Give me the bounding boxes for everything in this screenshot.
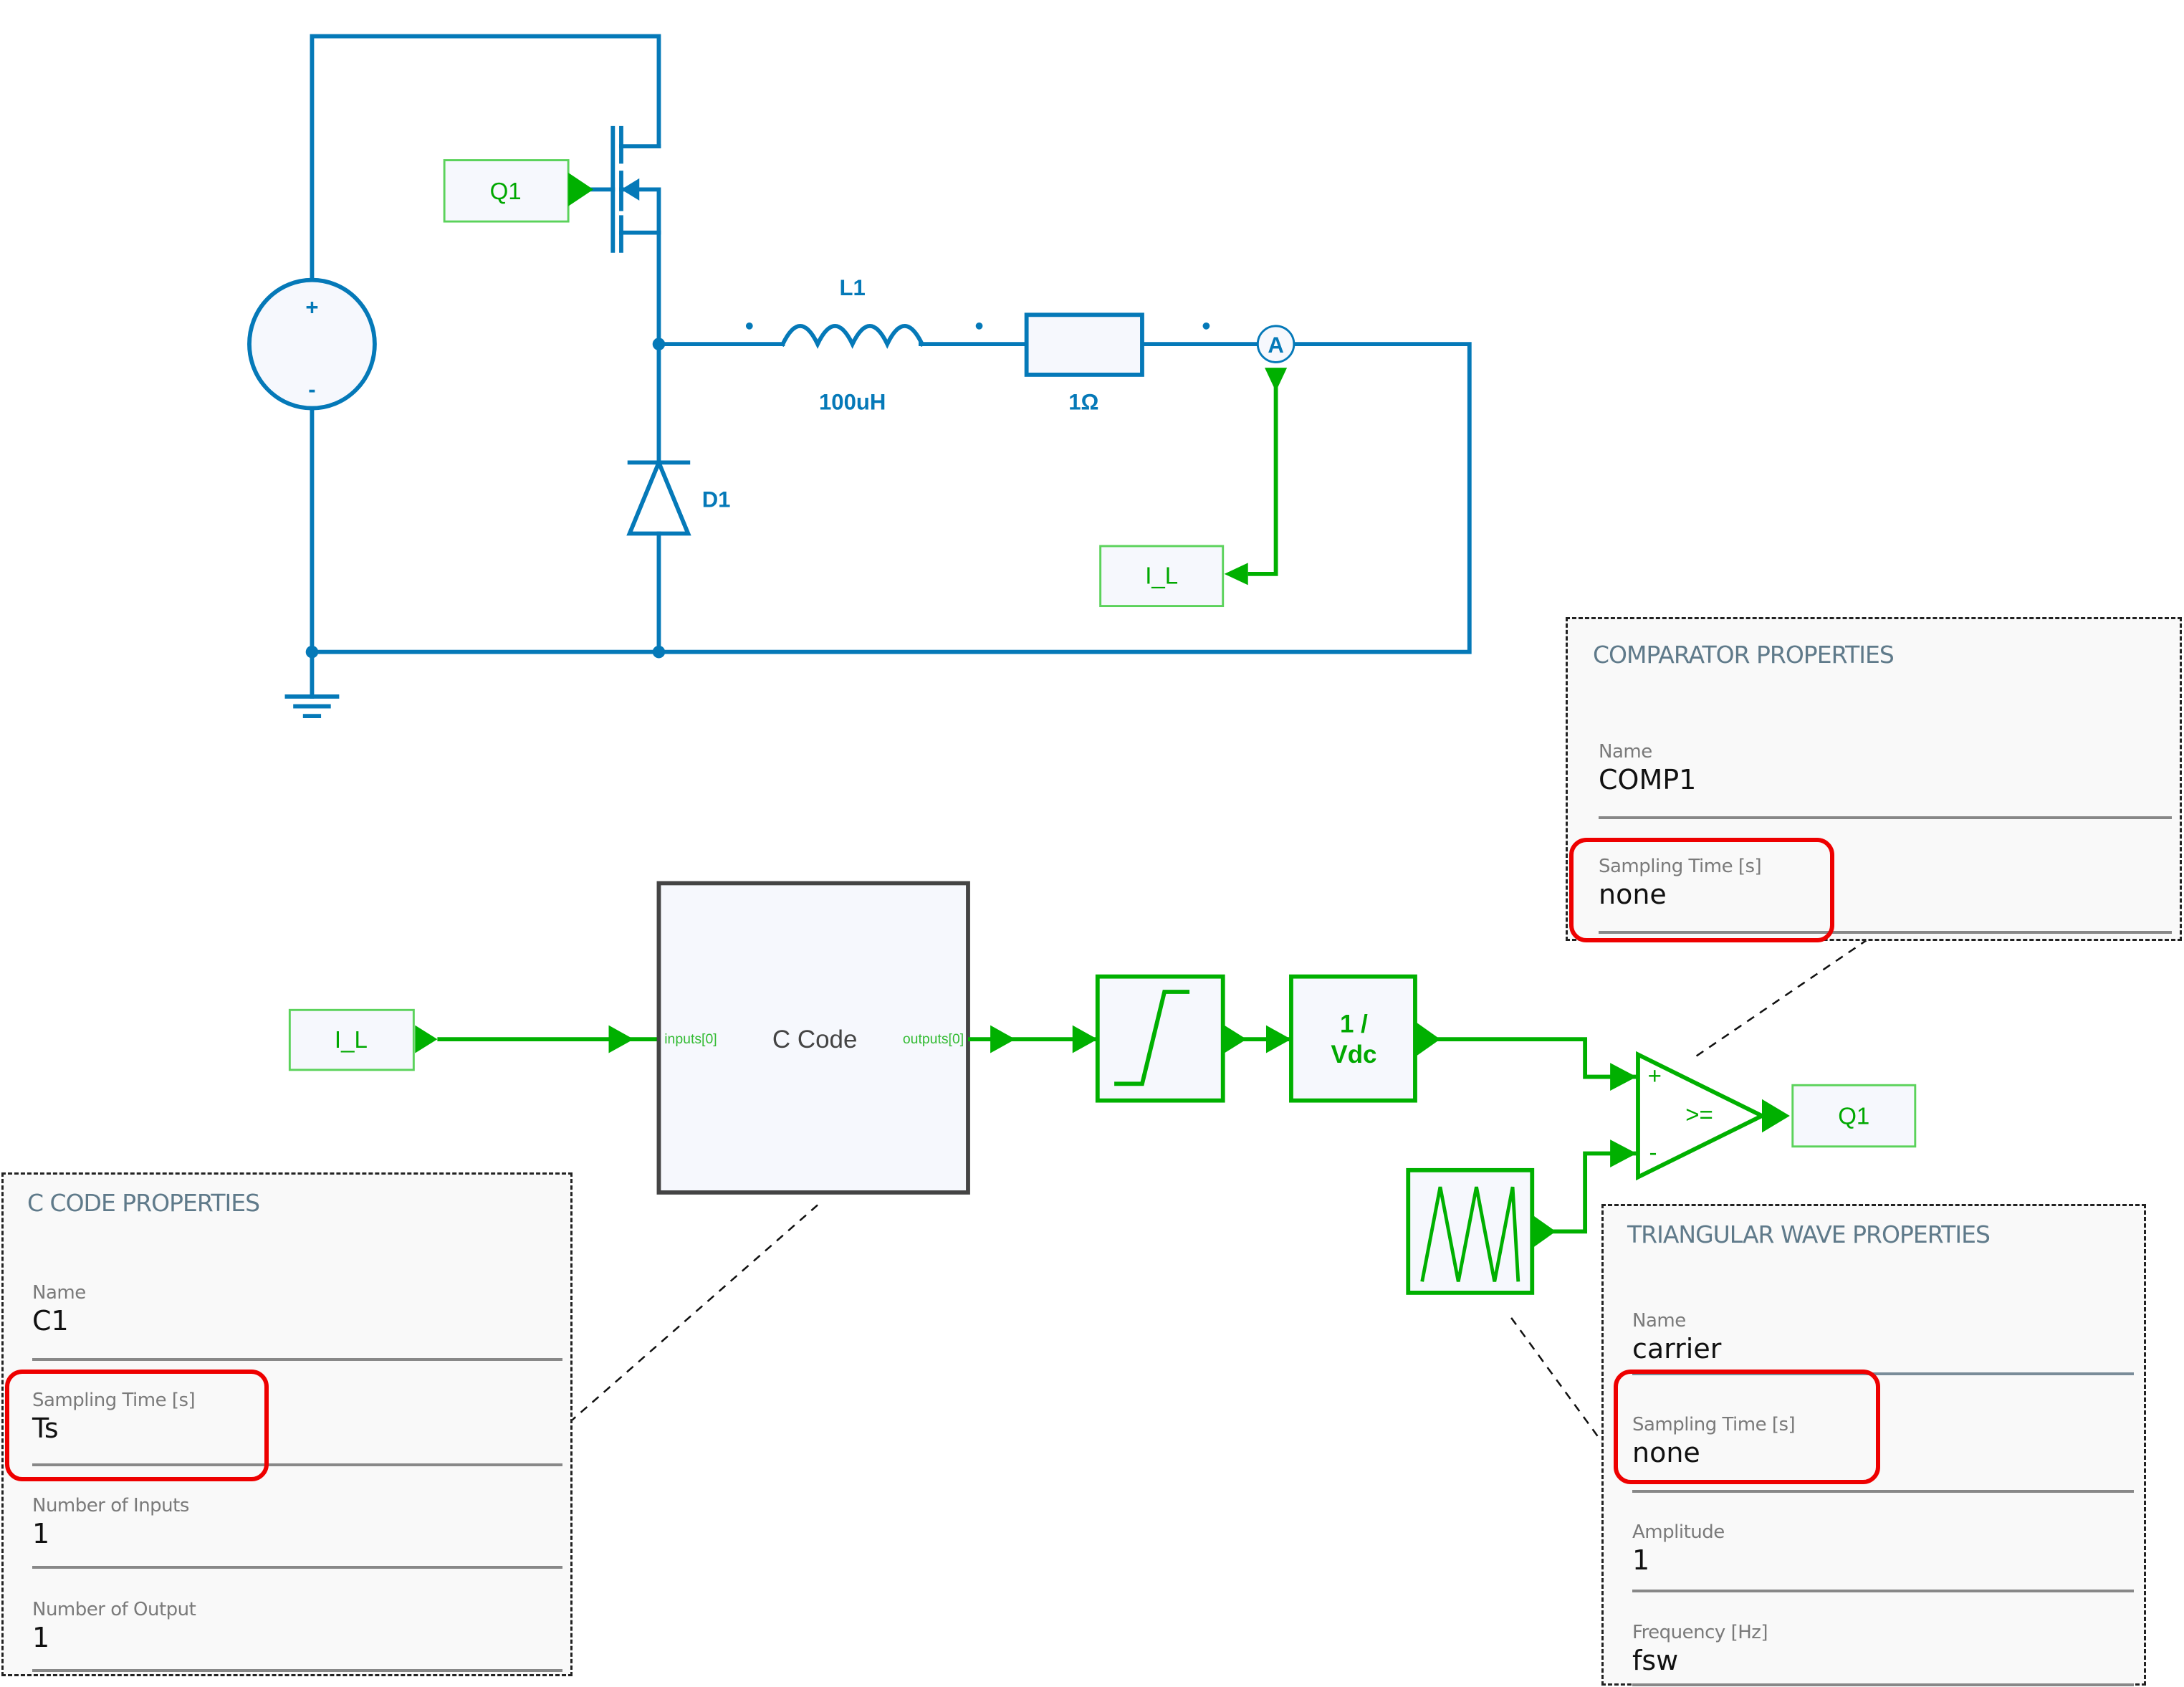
field-value[interactable]: 1 (1632, 1544, 2134, 1576)
input-tag-i-l[interactable]: I_L (288, 1008, 438, 1071)
field-value[interactable]: carrier (1632, 1333, 2134, 1365)
resistor[interactable]: 1Ω (1024, 312, 1210, 414)
diode-d1[interactable]: D1 (626, 457, 731, 536)
arrow-icon (1610, 1063, 1637, 1091)
field-label: Frequency [Hz] (1632, 1622, 1768, 1643)
ground-icon (284, 649, 340, 719)
amplitude-field[interactable]: Amplitude 1 (1632, 1521, 2134, 1576)
field-value[interactable]: 1 (32, 1622, 562, 1653)
c-code-block[interactable]: C Code inputs[0] outputs[0] (656, 881, 970, 1195)
comparator-block[interactable]: + - >= (1636, 1051, 1767, 1181)
field-underline (32, 1669, 562, 1672)
field-value[interactable]: COMP1 (1599, 764, 2172, 795)
mosfet-switch[interactable] (583, 125, 661, 253)
svg-text:I_L: I_L (1145, 563, 1178, 589)
c-code-output-port: outputs[0] (903, 1031, 964, 1047)
triangular-wave-properties-panel: TRIANGULAR WAVE PROPERTIES Name carrier … (1601, 1204, 2146, 1686)
panel-title: COMPARATOR PROPERTIES (1593, 641, 1895, 669)
c-code-input-port: inputs[0] (664, 1031, 717, 1047)
saturation-block[interactable] (1095, 974, 1225, 1103)
source-minus-label: - (308, 377, 315, 402)
diode-name: D1 (702, 487, 731, 512)
field-value[interactable]: C1 (32, 1305, 562, 1337)
arrow-icon (990, 1025, 1016, 1053)
output-tag-q1[interactable]: Q1 (1791, 1084, 1917, 1148)
current-signal-wire (1224, 368, 1288, 586)
frequency-field[interactable]: Frequency [Hz] fsw (1632, 1622, 2134, 1676)
field-underline (32, 1566, 562, 1569)
svg-text:1 /: 1 / (1340, 1010, 1368, 1038)
number-of-output-field[interactable]: Number of Output 1 (32, 1599, 562, 1653)
field-underline (1632, 1590, 2134, 1592)
signal-wire (1435, 1037, 1637, 1079)
name-field[interactable]: Name COMP1 (1599, 741, 2172, 795)
gain-block-1-over-vdc[interactable]: 1 / Vdc (1289, 974, 1417, 1103)
inductor-name: L1 (840, 275, 866, 300)
wire-bottom (310, 342, 1472, 654)
leader-line-c-code (570, 1204, 818, 1422)
highlight-box (5, 1370, 269, 1481)
source-plus-label: + (305, 295, 318, 320)
field-value[interactable]: 1 (32, 1518, 562, 1549)
svg-text:Q1: Q1 (1838, 1104, 1869, 1130)
arrow-icon (1610, 1139, 1637, 1167)
leader-line-comparator (1695, 940, 1867, 1057)
svg-text:I_L: I_L (335, 1027, 368, 1053)
number-of-inputs-field[interactable]: Number of Inputs 1 (32, 1495, 562, 1549)
ammeter[interactable]: A (1256, 325, 1295, 363)
arrow-icon (1761, 1099, 1790, 1133)
field-label: Number of Output (32, 1599, 196, 1620)
field-label: Amplitude (1632, 1521, 1725, 1543)
svg-text:-: - (1649, 1139, 1657, 1166)
svg-text:A: A (1268, 333, 1283, 358)
svg-text:+: + (1648, 1063, 1662, 1089)
arrow-icon (1265, 1025, 1291, 1053)
name-field[interactable]: Name carrier (1632, 1310, 2134, 1365)
arrow-icon (1224, 1025, 1247, 1053)
power-circuit: + - Q1 L1 100uH 1Ω A D1 I_L (247, 34, 1472, 719)
gate-signal-tag-q1[interactable]: Q1 (443, 159, 594, 223)
field-label: Number of Inputs (32, 1495, 189, 1516)
field-label: Name (1599, 741, 1652, 763)
svg-text:Q1: Q1 (490, 178, 522, 205)
c-code-properties-panel: C CODE PROPERTIES Name C1 Sampling Time … (1, 1172, 573, 1676)
field-underline (32, 1358, 562, 1361)
arrow-icon (608, 1025, 634, 1053)
resistor-value: 1Ω (1068, 389, 1098, 414)
leader-line-triangular (1510, 1317, 1603, 1443)
arrow-icon (1072, 1025, 1098, 1053)
field-underline (1599, 816, 2172, 819)
svg-text:>=: >= (1685, 1102, 1713, 1129)
dc-voltage-source[interactable]: + - (247, 277, 377, 411)
c-code-title: C Code (772, 1026, 858, 1053)
highlight-box (1569, 838, 1834, 942)
panel-title: C CODE PROPERTIES (27, 1189, 260, 1217)
triangular-wave-block[interactable] (1406, 1167, 1535, 1295)
svg-text:Vdc: Vdc (1331, 1041, 1376, 1069)
name-field[interactable]: Name C1 (32, 1282, 562, 1337)
field-label: Name (32, 1282, 86, 1304)
field-underline (1632, 1490, 2134, 1493)
inductor-value: 100uH (819, 389, 886, 414)
comparator-properties-panel: COMPARATOR PROPERTIES Name COMP1 Samplin… (1566, 617, 2182, 942)
highlight-box (1614, 1370, 1880, 1484)
field-label: Name (1632, 1310, 1686, 1332)
junction-node (652, 338, 666, 350)
panel-title: TRIANGULAR WAVE PROPERTIES (1627, 1220, 1991, 1248)
field-value[interactable]: fsw (1632, 1645, 2134, 1676)
current-tag-i-l[interactable]: I_L (1099, 545, 1225, 608)
junction-node (652, 645, 666, 659)
field-underline (1632, 1683, 2134, 1686)
